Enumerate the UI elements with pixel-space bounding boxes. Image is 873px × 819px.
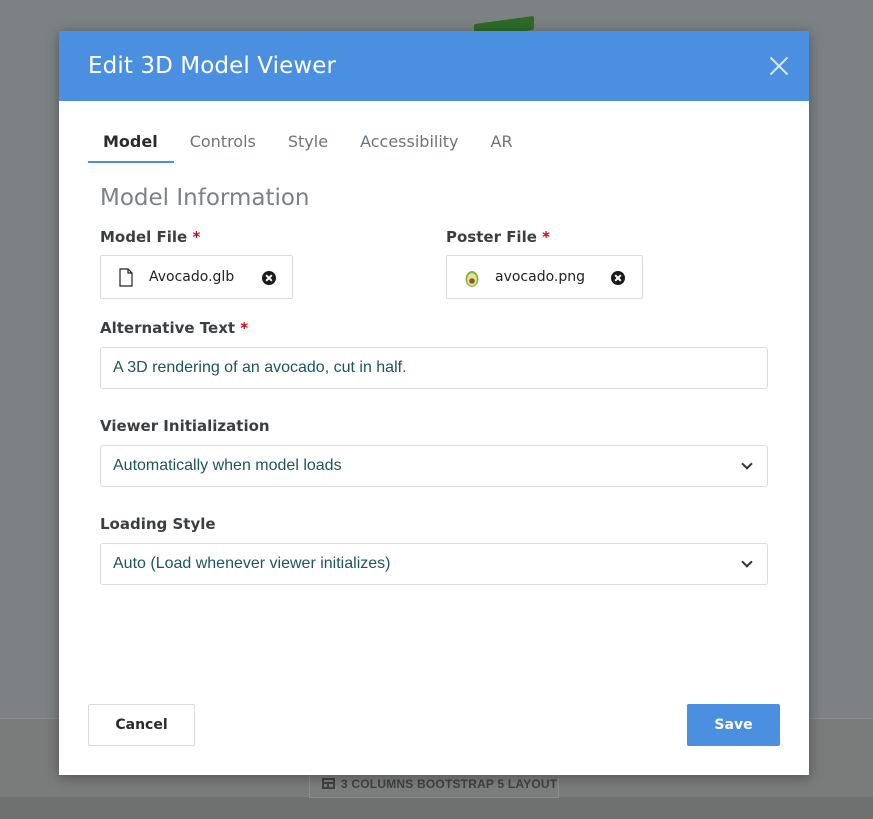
- viewer-init-select[interactable]: Automatically when model loads: [100, 445, 768, 487]
- close-icon[interactable]: [767, 54, 791, 78]
- cancel-button[interactable]: Cancel: [88, 704, 195, 746]
- tab-controls[interactable]: Controls: [174, 131, 272, 163]
- layout-label: 3 COLUMNS BOOTSTRAP 5 LAYOUT: [341, 776, 558, 791]
- avocado-thumbnail-icon: [465, 271, 479, 287]
- poster-file-label: Poster File *: [446, 228, 550, 246]
- viewer-init-label: Viewer Initialization: [100, 417, 270, 435]
- page-bottom-bar: [0, 797, 873, 819]
- layout-grid-icon: [322, 778, 335, 789]
- remove-poster-icon[interactable]: [611, 271, 625, 285]
- poster-file-name: avocado.png: [495, 269, 586, 285]
- required-marker: *: [542, 228, 550, 246]
- model-file-name: Avocado.glb: [149, 269, 235, 285]
- loading-style-select[interactable]: Auto (Load whenever viewer initializes): [100, 543, 768, 585]
- loading-style-value: Auto (Load whenever viewer initializes): [113, 555, 391, 572]
- model-file-label: Model File *: [100, 228, 200, 246]
- model-file-chip[interactable]: Avocado.glb: [100, 255, 293, 299]
- tab-bar: Model Controls Style Accessibility AR: [88, 131, 529, 163]
- dialog-header: Edit 3D Model Viewer: [59, 31, 809, 101]
- required-marker: *: [240, 319, 249, 337]
- required-marker: *: [192, 228, 201, 246]
- tab-accessibility[interactable]: Accessibility: [344, 131, 474, 163]
- model-file-label-text: Model File: [100, 228, 188, 246]
- save-button[interactable]: Save: [687, 704, 780, 746]
- chevron-down-icon: [741, 556, 753, 568]
- dialog-title: Edit 3D Model Viewer: [88, 53, 337, 79]
- edit-model-viewer-dialog: Edit 3D Model Viewer Model Controls Styl…: [59, 31, 809, 775]
- file-icon: [119, 268, 133, 287]
- alt-text-label: Alternative Text *: [100, 319, 248, 337]
- alt-text-input[interactable]: A 3D rendering of an avocado, cut in hal…: [100, 347, 768, 389]
- section-title: Model Information: [100, 185, 310, 211]
- tab-style[interactable]: Style: [272, 131, 344, 163]
- chevron-down-icon: [741, 458, 753, 470]
- loading-style-label: Loading Style: [100, 515, 216, 533]
- poster-file-chip[interactable]: avocado.png: [446, 255, 643, 299]
- poster-file-label-text: Poster File: [446, 228, 537, 246]
- alt-text-label-text: Alternative Text: [100, 319, 236, 337]
- viewer-init-value: Automatically when model loads: [113, 457, 342, 474]
- remove-file-icon[interactable]: [262, 271, 276, 285]
- tab-model[interactable]: Model: [88, 131, 174, 163]
- tab-ar[interactable]: AR: [475, 131, 529, 163]
